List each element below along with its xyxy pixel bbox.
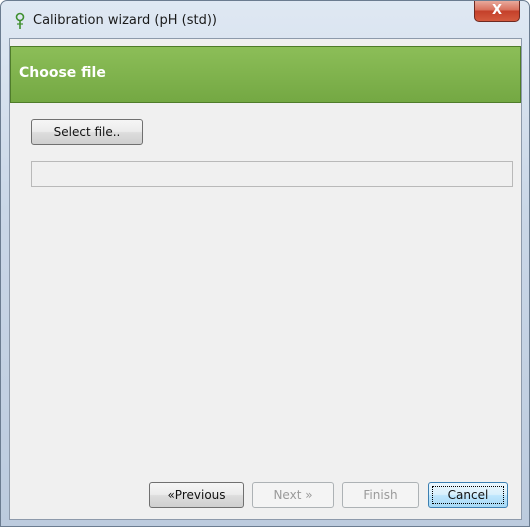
title-bar[interactable]: Calibration wizard (pH (std)) X bbox=[1, 1, 529, 39]
ph-probe-icon bbox=[13, 12, 27, 30]
select-file-label: Select file.. bbox=[53, 125, 121, 139]
file-path-field bbox=[31, 161, 513, 187]
cancel-label: Cancel bbox=[447, 488, 489, 502]
next-button[interactable]: Next » bbox=[252, 482, 334, 508]
next-label: Next » bbox=[273, 488, 313, 502]
previous-button[interactable]: «Previous bbox=[149, 482, 244, 508]
wizard-header: Choose file bbox=[10, 46, 521, 103]
finish-label: Finish bbox=[363, 488, 398, 502]
wizard-step-title: Choose file bbox=[19, 65, 106, 81]
dialog-client-area bbox=[9, 38, 522, 520]
close-button[interactable]: X bbox=[474, 1, 520, 22]
finish-button[interactable]: Finish bbox=[342, 482, 419, 508]
select-file-button[interactable]: Select file.. bbox=[31, 119, 143, 145]
window-title: Calibration wizard (pH (std)) bbox=[33, 13, 217, 28]
close-icon: X bbox=[491, 3, 503, 18]
previous-label: «Previous bbox=[167, 488, 226, 502]
cancel-button[interactable]: Cancel bbox=[428, 482, 508, 508]
dialog-window: Calibration wizard (pH (std)) X Choose f… bbox=[0, 0, 530, 527]
